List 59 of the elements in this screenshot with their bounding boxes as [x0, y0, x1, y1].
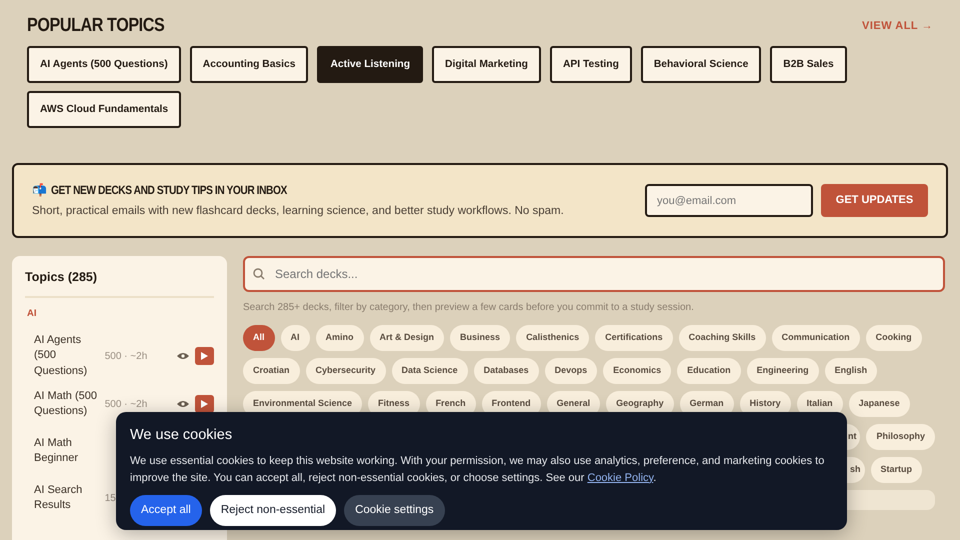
search-hint: Search 285+ decks, filter by category, then preview a few cards before you commit to a study session. [243, 301, 695, 315]
topic-button[interactable]: API Testing [550, 46, 632, 83]
category-chip[interactable]: Croatian [243, 358, 300, 384]
category-chip[interactable]: Databases [474, 358, 539, 384]
category-chip[interactable]: Economics [603, 358, 672, 384]
get-updates-button[interactable]: GET UPDATES [821, 184, 928, 217]
topic-button[interactable]: Accounting Basics [190, 46, 308, 83]
cookie-button[interactable]: Reject non-essential [210, 494, 336, 526]
topic-button[interactable]: Digital Marketing [432, 46, 541, 83]
category-chip[interactable]: Communication [772, 325, 860, 351]
topic-button[interactable]: AWS Cloud Fundamentals [27, 91, 182, 128]
deck-meta: 15 [104, 492, 117, 506]
topic-button[interactable]: AI Agents (500 Questions) [27, 46, 181, 83]
category-chip[interactable]: Devops [544, 358, 598, 384]
cookie-title: We use cookies [130, 426, 234, 445]
category-chip[interactable]: AI [280, 325, 310, 351]
play-button[interactable] [194, 395, 214, 414]
email-field[interactable]: you@email.com [645, 184, 813, 217]
group-label: AI [27, 306, 38, 321]
play-icon [200, 352, 208, 360]
newsletter-text: Short, practical emails with new flashcard decks, learning science, and better study workflows. No spam. [32, 204, 564, 219]
category-chip[interactable]: Amino [316, 325, 364, 351]
category-chip[interactable]: Philosophy [866, 424, 935, 450]
newsletter-title: GET NEW DECKS AND STUDY TIPS IN YOUR INBOX [51, 182, 287, 199]
sidebar-item[interactable]: AI Agents (500 Questions) [34, 333, 99, 380]
category-chip[interactable]: Startup [870, 457, 922, 483]
eye-icon [176, 352, 189, 360]
section-title: POPULAR TOPICS [27, 14, 164, 38]
sidebar-item[interactable]: AI Math (500 Questions) [34, 388, 99, 420]
category-chip[interactable]: Coaching Skills [678, 325, 766, 351]
eye-icon [176, 400, 189, 408]
search-field[interactable]: Search decks... [243, 256, 945, 292]
topic-button[interactable]: Behavioral Science [640, 46, 762, 83]
category-chip[interactable]: Business [450, 325, 510, 351]
category-chip[interactable]: Data Science [392, 358, 468, 384]
category-chip[interactable]: Calisthenics [516, 325, 590, 351]
category-chip[interactable]: Education [677, 358, 741, 384]
cookie-policy-link[interactable]: Cookie Policy [587, 472, 654, 484]
sidebar-item[interactable]: AI Math Beginner [34, 436, 114, 467]
category-chip[interactable]: Japanese [848, 391, 910, 417]
category-chip[interactable]: All [243, 325, 275, 351]
sidebar-title: Topics (285) [25, 268, 214, 298]
search-icon [253, 268, 265, 280]
deck-meta: 500 · ~2h [104, 398, 148, 412]
cookie-button[interactable]: Accept all [130, 494, 202, 526]
topic-button[interactable]: Active Listening [317, 46, 424, 83]
cookie-text: We use essential cookies to keep this website working. With your permission, we may also use analytics, preference, and marketing cookies to improve the site. You can accept all, reject non-essential cookies, or choose settings. See our Cookie Policy. [130, 454, 826, 486]
cookie-button[interactable]: Cookie settings [344, 494, 445, 526]
category-chip[interactable]: Cooking [866, 325, 922, 351]
sidebar-item[interactable]: AI Search Results [34, 482, 99, 514]
deck-meta: 500 · ~2h [104, 350, 148, 364]
mailbox-icon: 📬 [32, 180, 47, 199]
category-chip[interactable]: Engineering [746, 358, 819, 384]
category-chip[interactable]: English [824, 358, 878, 384]
category-chip[interactable]: Certifications [595, 325, 673, 351]
category-chip[interactable]: Art & Design [370, 325, 444, 351]
play-icon [200, 400, 208, 408]
topic-button[interactable]: B2B Sales [770, 46, 847, 83]
category-chip[interactable]: Cybersecurity [306, 358, 386, 384]
